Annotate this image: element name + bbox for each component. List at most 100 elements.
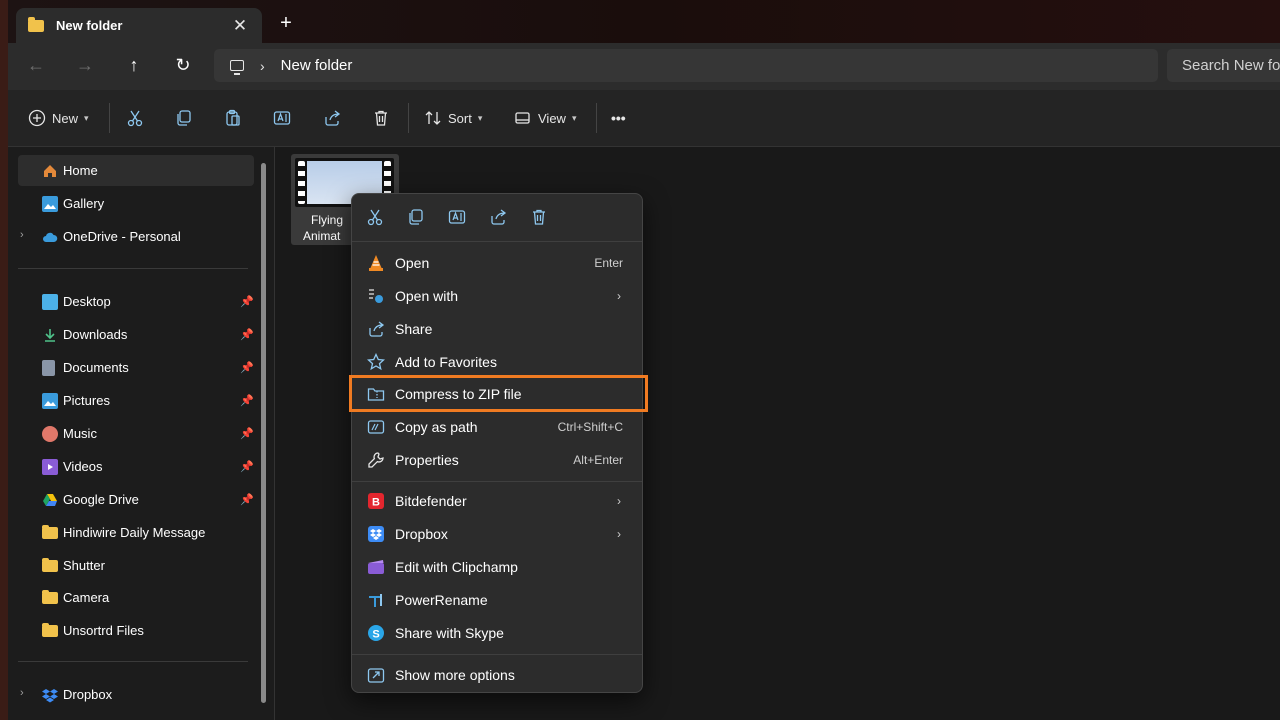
trash-icon[interactable] (530, 208, 550, 228)
pin-icon[interactable]: 📌 (240, 295, 254, 308)
sidebar-item-shutter[interactable]: Shutter (18, 550, 254, 581)
film-strip (298, 161, 305, 204)
menu-item-open[interactable]: Open Enter (357, 247, 639, 278)
menu-item-powerrename[interactable]: PowerRename (357, 584, 639, 615)
refresh-button[interactable]: ↻ (171, 55, 195, 76)
sidebar-item-label: Shutter (63, 558, 105, 573)
navigation-pane: Home Gallery › OneDrive - Personal Deskt… (8, 147, 274, 720)
pin-icon[interactable]: 📌 (240, 427, 254, 440)
up-button[interactable]: ↑ (122, 55, 146, 76)
zip-folder-icon (367, 385, 385, 403)
sidebar-item-pictures[interactable]: Pictures 📌 (18, 385, 254, 416)
google-drive-icon (42, 492, 58, 508)
more-options-button[interactable]: ••• (611, 108, 626, 128)
copy-icon[interactable] (407, 208, 427, 228)
sidebar-item-home[interactable]: Home (18, 155, 254, 186)
sidebar-item-unsortrd[interactable]: Unsortrd Files (18, 615, 254, 646)
sidebar-item-label: Desktop (63, 294, 111, 309)
menu-item-show-more-options[interactable]: Show more options (357, 659, 639, 690)
shortcut-label: Ctrl+Shift+C (557, 419, 623, 434)
rename-icon (273, 109, 291, 127)
shortcut-label: Enter (594, 255, 623, 270)
search-input[interactable]: Search New folder (1167, 49, 1280, 82)
copy-button[interactable] (175, 108, 193, 128)
sort-button[interactable]: Sort ▾ (424, 108, 482, 128)
svg-text:S: S (372, 628, 379, 640)
sidebar-item-label: Hindiwire Daily Message (63, 525, 206, 540)
menu-item-add-favorites[interactable]: Add to Favorites (357, 346, 639, 377)
cut-button[interactable] (126, 108, 144, 128)
tab-title: New folder (56, 18, 123, 33)
menu-item-open-with[interactable]: Open with › (357, 280, 639, 311)
download-icon (42, 327, 58, 343)
sidebar-item-desktop[interactable]: Desktop 📌 (18, 286, 254, 317)
sidebar-item-music[interactable]: Music 📌 (18, 418, 254, 449)
rename-button[interactable] (273, 108, 291, 128)
menu-item-compress-zip[interactable]: Compress to ZIP file (349, 375, 648, 412)
pin-icon[interactable]: 📌 (240, 361, 254, 374)
cut-icon[interactable] (366, 208, 386, 228)
sidebar-item-gallery[interactable]: Gallery (18, 188, 254, 219)
address-bar[interactable]: › New folder (214, 49, 1158, 82)
paste-button[interactable] (224, 108, 242, 128)
sidebar-item-hindiwire[interactable]: Hindiwire Daily Message (18, 517, 254, 548)
rename-icon[interactable] (448, 208, 468, 228)
pictures-icon (42, 392, 58, 409)
copy-path-icon (367, 418, 385, 436)
new-tab-button[interactable]: + (276, 12, 296, 35)
tab-new-folder[interactable]: New folder ✕ (16, 8, 262, 43)
menu-item-clipchamp[interactable]: Edit with Clipchamp (357, 551, 639, 582)
sidebar-item-downloads[interactable]: Downloads 📌 (18, 319, 254, 350)
share-icon (367, 320, 385, 338)
music-icon (42, 425, 58, 442)
file-explorer-window: New folder ✕ + ← → ↑ ↻ › New folder Sear… (8, 0, 1280, 720)
sidebar-item-camera[interactable]: Camera (18, 582, 254, 613)
sidebar-item-dropbox[interactable]: Dropbox (18, 679, 254, 710)
wrench-icon (367, 451, 385, 469)
sidebar-item-onedrive[interactable]: OneDrive - Personal (18, 221, 254, 252)
pane-divider[interactable] (274, 147, 275, 720)
back-button[interactable]: ← (24, 55, 48, 76)
title-bar: New folder ✕ + (8, 0, 1280, 43)
add-circle-icon (28, 109, 46, 127)
share-icon[interactable] (489, 208, 509, 228)
sidebar-item-label: Unsortrd Files (63, 623, 144, 638)
menu-item-label: Share (395, 320, 433, 337)
view-button[interactable]: View ▾ (514, 108, 576, 128)
share-button[interactable] (323, 108, 341, 128)
sidebar-item-google-drive[interactable]: Google Drive 📌 (18, 484, 254, 515)
scrollbar[interactable] (261, 163, 266, 703)
close-tab-icon[interactable]: ✕ (230, 16, 250, 36)
divider (352, 654, 642, 655)
divider (352, 481, 642, 482)
menu-item-bitdefender[interactable]: B Bitdefender › (357, 485, 639, 516)
sidebar-item-documents[interactable]: Documents 📌 (18, 352, 254, 383)
menu-item-share[interactable]: Share (357, 313, 639, 344)
delete-button[interactable] (372, 108, 390, 128)
skype-icon: S (367, 624, 385, 642)
bitdefender-icon: B (367, 492, 385, 510)
pin-icon[interactable]: 📌 (240, 328, 254, 341)
menu-item-label: Open with (395, 287, 459, 304)
forward-button[interactable]: → (73, 55, 97, 76)
pin-icon[interactable]: 📌 (240, 493, 254, 506)
breadcrumb[interactable]: New folder (281, 57, 353, 74)
sort-label: Sort (448, 110, 472, 126)
view-label: View (538, 110, 566, 126)
menu-item-label: Compress to ZIP file (395, 385, 522, 402)
menu-item-label: Share with Skype (395, 624, 504, 641)
gallery-icon (42, 195, 58, 212)
menu-item-copy-path[interactable]: Copy as path Ctrl+Shift+C (357, 411, 639, 442)
menu-item-skype[interactable]: S Share with Skype (357, 617, 639, 648)
menu-item-label: Copy as path (395, 418, 478, 435)
new-button[interactable]: New ▾ (28, 108, 89, 128)
pin-icon[interactable]: 📌 (240, 460, 254, 473)
pin-icon[interactable]: 📌 (240, 394, 254, 407)
menu-item-dropbox[interactable]: Dropbox › (357, 518, 639, 549)
menu-item-label: Dropbox (395, 525, 448, 542)
menu-item-label: Properties (395, 451, 459, 468)
menu-item-properties[interactable]: Properties Alt+Enter (357, 444, 639, 475)
sidebar-item-videos[interactable]: Videos 📌 (18, 451, 254, 482)
folder-icon (42, 557, 58, 572)
svg-text:B: B (372, 496, 380, 508)
